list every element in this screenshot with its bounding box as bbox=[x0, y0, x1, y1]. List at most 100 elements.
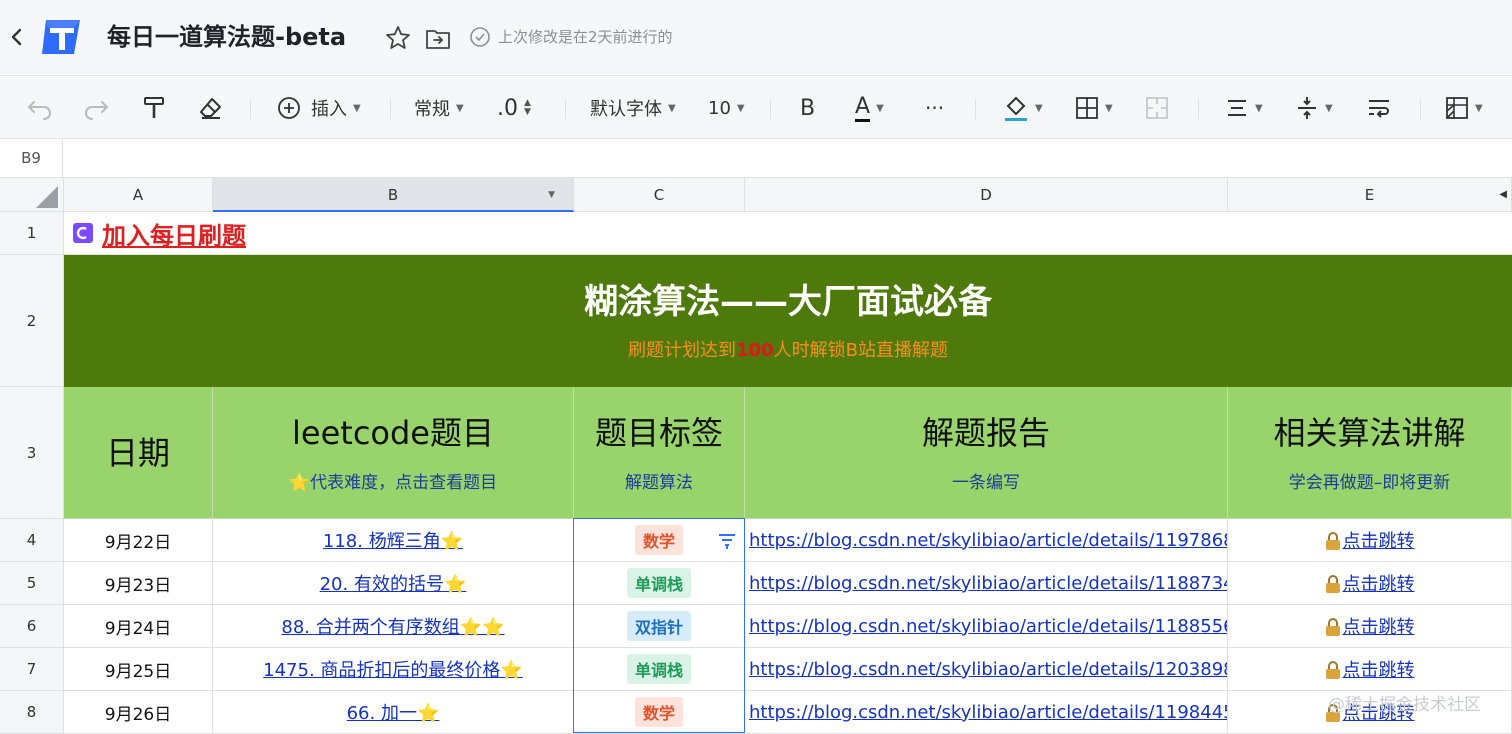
report-url-cell[interactable]: https://blog.csdn.net/skylibiao/article/… bbox=[745, 605, 1228, 648]
report-url-cell[interactable]: https://blog.csdn.net/skylibiao/article/… bbox=[745, 562, 1228, 605]
chevron-down-icon: ▼ bbox=[1475, 102, 1483, 114]
problem-link[interactable]: 1475. 商品折扣后的最终价格⭐ bbox=[263, 656, 523, 682]
format-painter-icon[interactable] bbox=[142, 93, 166, 123]
report-url-link[interactable]: https://blog.csdn.net/skylibiao/article/… bbox=[749, 659, 1227, 680]
chevron-left-icon[interactable] bbox=[10, 22, 32, 52]
insert-label: 插入 bbox=[311, 99, 347, 120]
freeze-icon bbox=[1446, 97, 1468, 119]
lock-icon bbox=[1325, 618, 1340, 636]
column-header-c[interactable]: C bbox=[574, 178, 745, 212]
problem-cell[interactable]: 1475. 商品折扣后的最终价格⭐ bbox=[213, 648, 574, 691]
move-to-folder-icon[interactable] bbox=[424, 25, 452, 53]
app-logo-icon[interactable] bbox=[40, 16, 84, 58]
related-link-text: 点击跳转 bbox=[1342, 660, 1415, 681]
font-size-dropdown[interactable]: 10 ▼ bbox=[708, 93, 745, 123]
borders-button[interactable]: ▼ bbox=[1075, 93, 1113, 123]
undo-icon[interactable] bbox=[26, 93, 54, 123]
row-header-3[interactable]: 3 bbox=[0, 387, 64, 519]
tag-cell[interactable]: 双指针 bbox=[574, 605, 745, 648]
date-cell[interactable]: 9月22日 bbox=[64, 519, 213, 562]
report-url-link[interactable]: https://blog.csdn.net/skylibiao/article/… bbox=[749, 616, 1227, 637]
related-link[interactable]: 点击跳转 bbox=[1325, 656, 1415, 682]
problem-link[interactable]: 66. 加一⭐ bbox=[347, 699, 440, 725]
row-header-7[interactable]: 7 bbox=[0, 648, 64, 691]
title-bar: 每日一道算法题-beta 上次修改是在2天前进行的 bbox=[0, 0, 1512, 76]
eraser-icon[interactable] bbox=[198, 93, 224, 123]
report-url-link[interactable]: https://blog.csdn.net/skylibiao/article/… bbox=[749, 573, 1227, 594]
join-daily-practice-link[interactable]: 加入每日刷题 bbox=[102, 216, 246, 251]
report-url-cell[interactable]: https://blog.csdn.net/skylibiao/article/… bbox=[745, 691, 1228, 734]
more-options-button[interactable]: ··· bbox=[925, 93, 944, 123]
column-header-d[interactable]: D bbox=[745, 178, 1228, 212]
row-header-1[interactable]: 1 bbox=[0, 212, 64, 255]
tag-cell[interactable]: 单调栈 bbox=[574, 562, 745, 605]
lock-icon bbox=[1325, 661, 1340, 679]
formula-bar[interactable]: B9 bbox=[0, 140, 1512, 178]
header-related[interactable]: 相关算法讲解 学会再做题–即将更新 bbox=[1228, 387, 1512, 519]
chevron-down-icon: ▼ bbox=[1035, 102, 1043, 114]
toolbar: 插入 ▼ 常规 ▼ .0 ▲ ▼ 默认字体 ▼ 10 ▼ B A ▼ ··· ▼ … bbox=[0, 77, 1512, 139]
problem-link[interactable]: 88. 合并两个有序数组⭐⭐ bbox=[281, 613, 504, 639]
star-icon[interactable] bbox=[384, 24, 412, 52]
related-cell[interactable]: 点击跳转 bbox=[1228, 519, 1512, 562]
filter-icon[interactable] bbox=[718, 532, 736, 550]
cell-a1[interactable]: 加入每日刷题 bbox=[64, 212, 1512, 255]
date-cell[interactable]: 9月23日 bbox=[64, 562, 213, 605]
report-url-cell[interactable]: https://blog.csdn.net/skylibiao/article/… bbox=[745, 519, 1228, 562]
problem-cell[interactable]: 88. 合并两个有序数组⭐⭐ bbox=[213, 605, 574, 648]
problem-cell[interactable]: 20. 有效的括号⭐ bbox=[213, 562, 574, 605]
chevron-down-icon: ▼ bbox=[456, 102, 464, 114]
row-header-5[interactable]: 5 bbox=[0, 562, 64, 605]
date-cell[interactable]: 9月24日 bbox=[64, 605, 213, 648]
row-header-8[interactable]: 8 bbox=[0, 691, 64, 734]
date-cell[interactable]: 9月26日 bbox=[64, 691, 213, 734]
cell-reference[interactable]: B9 bbox=[0, 140, 63, 178]
bold-button[interactable]: B bbox=[800, 93, 815, 123]
related-cell[interactable]: 点击跳转 bbox=[1228, 605, 1512, 648]
scroll-left-icon[interactable]: ◀ bbox=[1499, 178, 1507, 212]
date-cell[interactable]: 9月25日 bbox=[64, 648, 213, 691]
row-header-6[interactable]: 6 bbox=[0, 605, 64, 648]
header-problem[interactable]: leetcode题目 ⭐代表难度，点击查看题目 bbox=[213, 387, 574, 519]
font-family-dropdown[interactable]: 默认字体 ▼ bbox=[590, 93, 676, 123]
column-header-e[interactable]: E ◀ bbox=[1228, 178, 1512, 212]
tag-cell[interactable]: 数学 bbox=[574, 691, 745, 734]
related-cell[interactable]: 点击跳转 bbox=[1228, 648, 1512, 691]
problem-link[interactable]: 20. 有效的括号⭐ bbox=[320, 570, 467, 596]
redo-icon[interactable] bbox=[82, 93, 110, 123]
row-header-2[interactable]: 2 bbox=[0, 255, 64, 387]
problem-cell[interactable]: 118. 杨辉三角⭐ bbox=[213, 519, 574, 562]
select-all-corner[interactable] bbox=[0, 178, 64, 212]
tag-cell[interactable]: 单调栈 bbox=[574, 648, 745, 691]
report-url-link[interactable]: https://blog.csdn.net/skylibiao/article/… bbox=[749, 702, 1227, 723]
column-header-b[interactable]: B ▼ bbox=[213, 178, 574, 212]
column-header-a[interactable]: A bbox=[64, 178, 213, 212]
text-wrap-icon[interactable] bbox=[1366, 93, 1392, 123]
related-link[interactable]: 点击跳转 bbox=[1325, 527, 1415, 553]
report-url-link[interactable]: https://blog.csdn.net/skylibiao/article/… bbox=[749, 530, 1227, 551]
banner-highlight-number: 100 bbox=[736, 340, 774, 361]
header-report[interactable]: 解题报告 一条编写 bbox=[745, 387, 1228, 519]
number-format-label: 常规 bbox=[414, 99, 450, 120]
vertical-align-button[interactable]: ▼ bbox=[1295, 93, 1333, 123]
document-title[interactable]: 每日一道算法题-beta bbox=[107, 20, 346, 54]
header-tag[interactable]: 题目标签 解题算法 bbox=[574, 387, 745, 519]
related-link[interactable]: 点击跳转 bbox=[1325, 570, 1415, 596]
decimal-places-control[interactable]: .0 ▲ ▼ bbox=[497, 93, 531, 123]
header-report-title: 解题报告 bbox=[921, 414, 1050, 452]
chevron-down-icon[interactable]: ▼ bbox=[548, 178, 555, 212]
related-cell[interactable]: 点击跳转 bbox=[1228, 562, 1512, 605]
row-header-4[interactable]: 4 bbox=[0, 519, 64, 562]
report-url-cell[interactable]: https://blog.csdn.net/skylibiao/article/… bbox=[745, 648, 1228, 691]
merge-cells-icon[interactable] bbox=[1145, 93, 1169, 123]
problem-cell[interactable]: 66. 加一⭐ bbox=[213, 691, 574, 734]
number-format-dropdown[interactable]: 常规 ▼ bbox=[414, 93, 464, 123]
fill-color-button[interactable]: ▼ bbox=[1003, 93, 1043, 123]
horizontal-align-button[interactable]: ▼ bbox=[1225, 93, 1263, 123]
header-date[interactable]: 日期 bbox=[64, 387, 213, 519]
problem-link[interactable]: 118. 杨辉三角⭐ bbox=[323, 527, 463, 553]
related-link[interactable]: 点击跳转 bbox=[1325, 613, 1415, 639]
insert-menu[interactable]: 插入 ▼ bbox=[277, 93, 361, 123]
text-color-button[interactable]: A ▼ bbox=[855, 93, 884, 123]
freeze-panes-button[interactable]: ▼ bbox=[1445, 93, 1483, 123]
